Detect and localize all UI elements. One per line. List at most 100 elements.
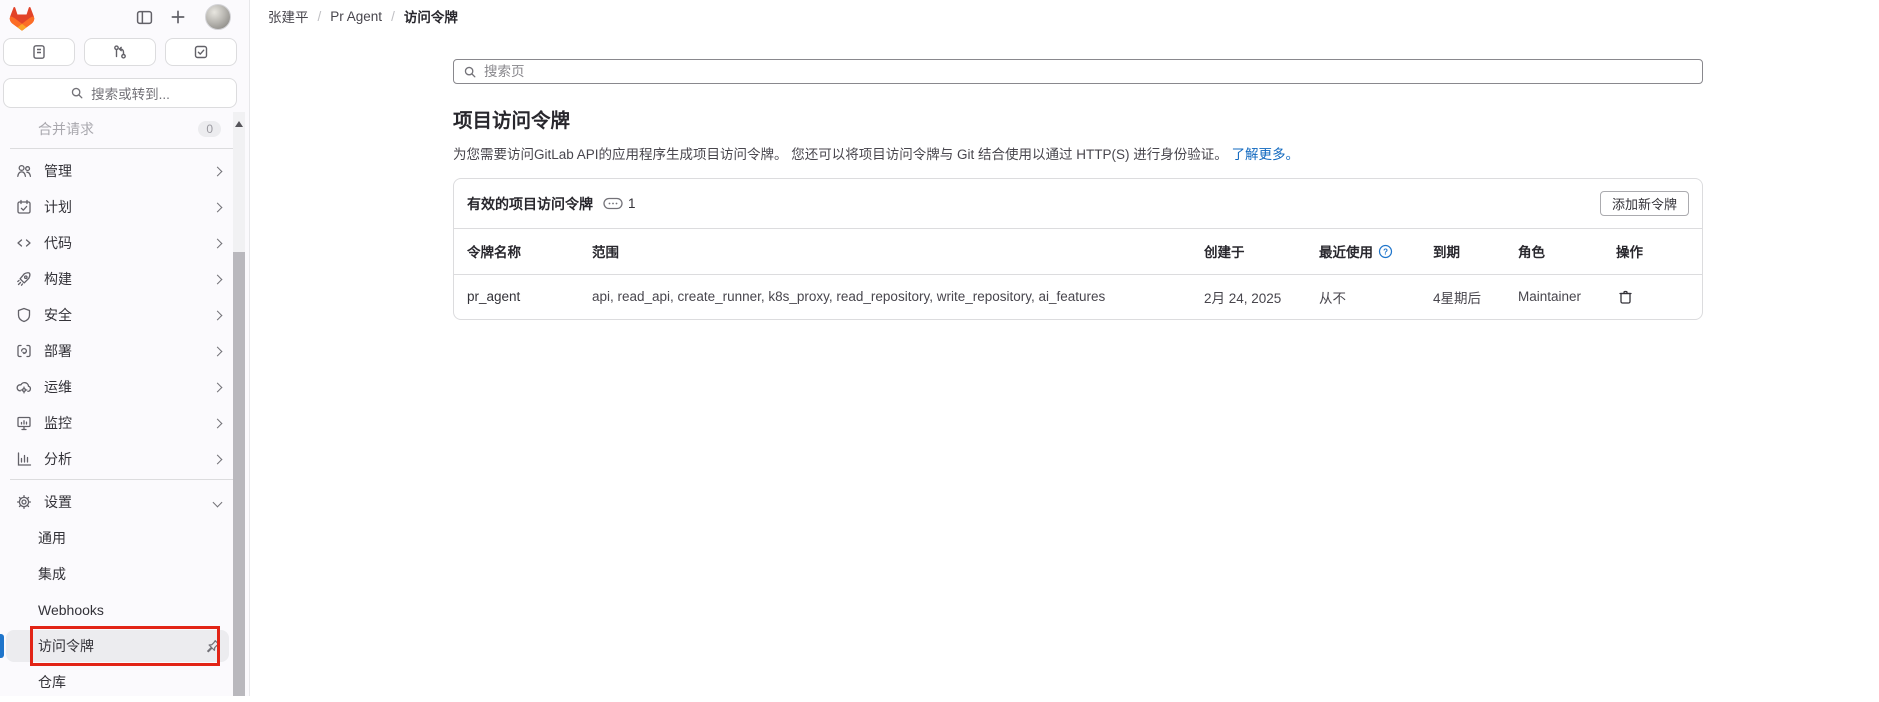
todo-shortcut-button[interactable] <box>165 38 237 66</box>
svg-text:?: ? <box>1383 247 1388 256</box>
sidebar-item-monitor[interactable]: 监控 <box>6 407 229 439</box>
cell-scopes: api, read_api, create_runner, k8s_proxy,… <box>579 274 1191 319</box>
col-header-actions: 操作 <box>1603 229 1702 274</box>
sidebar-item-deploy[interactable]: 部署 <box>6 335 229 367</box>
sidebar-item-label: 仓库 <box>38 672 66 692</box>
cell-expires: 4星期后 <box>1420 274 1505 319</box>
tokens-table: 令牌名称 范围 创建于 最近使用 ? 到期 <box>454 229 1702 319</box>
breadcrumb-user-link[interactable]: 张建平 <box>268 6 309 26</box>
sidebar-item-repository[interactable]: 仓库 <box>6 666 229 698</box>
token-icon <box>603 196 623 211</box>
main-content: 张建平 / Pr Agent / 访问令牌 项目访问令牌 为您需要访问GitLa… <box>251 0 1879 696</box>
panel-toggle-icon[interactable] <box>134 7 155 28</box>
panel-title: 有效的项目访问令牌 <box>467 194 593 214</box>
col-header-scopes: 范围 <box>579 229 1191 274</box>
token-count: 1 <box>603 196 636 211</box>
sidebar-item-label: 通用 <box>38 528 66 548</box>
settings-search-input[interactable] <box>484 64 1693 79</box>
calendar-icon <box>16 199 32 215</box>
divider <box>10 148 239 149</box>
sidebar-item-settings[interactable]: 设置 <box>6 486 229 518</box>
chevron-right-icon <box>213 346 223 356</box>
cloud-gear-icon <box>16 379 32 395</box>
col-header-created: 创建于 <box>1191 229 1306 274</box>
issues-shortcut-button[interactable] <box>3 38 75 66</box>
breadcrumb-project-link[interactable]: Pr Agent <box>330 9 382 24</box>
plus-icon[interactable] <box>167 6 189 28</box>
sidebar-item-label: 运维 <box>44 377 72 397</box>
chevron-right-icon <box>213 382 223 392</box>
page-title: 项目访问令牌 <box>453 104 570 133</box>
todo-icon <box>193 44 209 60</box>
sidebar-item-label: 访问令牌 <box>38 636 94 656</box>
sidebar-item-label: Webhooks <box>38 602 104 618</box>
sidebar-item-label: 监控 <box>44 413 72 433</box>
help-icon[interactable]: ? <box>1378 244 1393 259</box>
col-header-expires: 到期 <box>1420 229 1505 274</box>
sidebar: 搜索或转到... 合并请求 0 管理 计划 <box>0 0 250 696</box>
learn-more-link[interactable]: 了解更多。 <box>1232 147 1300 162</box>
shield-icon <box>16 307 32 323</box>
chevron-right-icon <box>213 274 223 284</box>
sidebar-scrollbar[interactable] <box>233 112 245 696</box>
active-indicator-bar <box>0 634 4 658</box>
cell-last-used: 从不 <box>1306 274 1420 319</box>
user-avatar[interactable] <box>205 4 231 30</box>
breadcrumb-current-page: 访问令牌 <box>404 6 458 26</box>
chevron-right-icon <box>213 166 223 176</box>
page-description-text: 为您需要访问GitLab API的应用程序生成项目访问令牌。 您还可以将项目访问… <box>453 147 1228 162</box>
settings-search-box <box>453 59 1703 84</box>
sidebar-item-build[interactable]: 构建 <box>6 263 229 295</box>
gear-icon <box>16 494 32 510</box>
chevron-down-icon <box>213 497 223 507</box>
sidebar-item-operate[interactable]: 运维 <box>6 371 229 403</box>
sidebar-search-placeholder: 搜索或转到... <box>91 83 170 103</box>
chevron-right-icon <box>213 202 223 212</box>
chevron-right-icon <box>213 310 223 320</box>
merge-request-icon <box>112 44 128 60</box>
sidebar-item-label: 计划 <box>44 197 72 217</box>
breadcrumb-separator: / <box>391 9 395 24</box>
sidebar-item-secure[interactable]: 安全 <box>6 299 229 331</box>
scrollbar-thumb[interactable] <box>233 252 245 696</box>
sidebar-header <box>0 0 249 34</box>
chevron-right-icon <box>213 238 223 248</box>
sidebar-nav: 合并请求 0 管理 计划 <box>0 112 249 702</box>
chart-icon <box>16 451 32 467</box>
sidebar-item-analyze[interactable]: 分析 <box>6 443 229 475</box>
sidebar-item-manage[interactable]: 管理 <box>6 155 229 187</box>
sidebar-item-integrations[interactable]: 集成 <box>6 558 229 590</box>
search-icon <box>70 86 84 100</box>
monitor-icon <box>16 415 32 431</box>
breadcrumb: 张建平 / Pr Agent / 访问令牌 <box>268 0 458 32</box>
sidebar-shortcut-pills <box>3 38 237 66</box>
col-header-last-used: 最近使用 ? <box>1306 229 1420 274</box>
rocket-icon <box>16 271 32 287</box>
add-token-button[interactable]: 添加新令牌 <box>1600 191 1689 216</box>
table-header-row: 令牌名称 范围 创建于 最近使用 ? 到期 <box>454 229 1702 274</box>
panel-header: 有效的项目访问令牌 1 添加新令牌 <box>454 179 1702 229</box>
col-header-role: 角色 <box>1505 229 1603 274</box>
merge-requests-shortcut-button[interactable] <box>84 38 156 66</box>
sidebar-item-merge-requests[interactable]: 合并请求 0 <box>6 112 229 146</box>
sidebar-item-code[interactable]: 代码 <box>6 227 229 259</box>
sidebar-item-general[interactable]: 通用 <box>6 522 229 554</box>
sidebar-item-webhooks[interactable]: Webhooks <box>6 594 229 626</box>
col-header-last-used-label: 最近使用 <box>1319 241 1373 261</box>
chevron-right-icon <box>213 418 223 428</box>
chevron-right-icon <box>213 454 223 464</box>
gitlab-logo[interactable] <box>8 4 36 31</box>
sidebar-item-label: 集成 <box>38 564 66 584</box>
page-description: 为您需要访问GitLab API的应用程序生成项目访问令牌。 您还可以将项目访问… <box>453 143 1299 163</box>
cell-token-name: pr_agent <box>454 274 579 319</box>
sidebar-search[interactable]: 搜索或转到... <box>3 78 237 108</box>
sidebar-item-plan[interactable]: 计划 <box>6 191 229 223</box>
code-icon <box>16 235 32 251</box>
pin-icon[interactable] <box>206 639 221 654</box>
sidebar-item-label: 代码 <box>44 233 72 253</box>
scrollbar-up-arrow[interactable] <box>235 121 243 127</box>
sidebar-item-label: 设置 <box>44 492 72 512</box>
sidebar-item-access-tokens[interactable]: 访问令牌 <box>6 630 229 662</box>
cell-actions <box>1603 274 1702 319</box>
revoke-token-button[interactable] <box>1616 287 1635 307</box>
